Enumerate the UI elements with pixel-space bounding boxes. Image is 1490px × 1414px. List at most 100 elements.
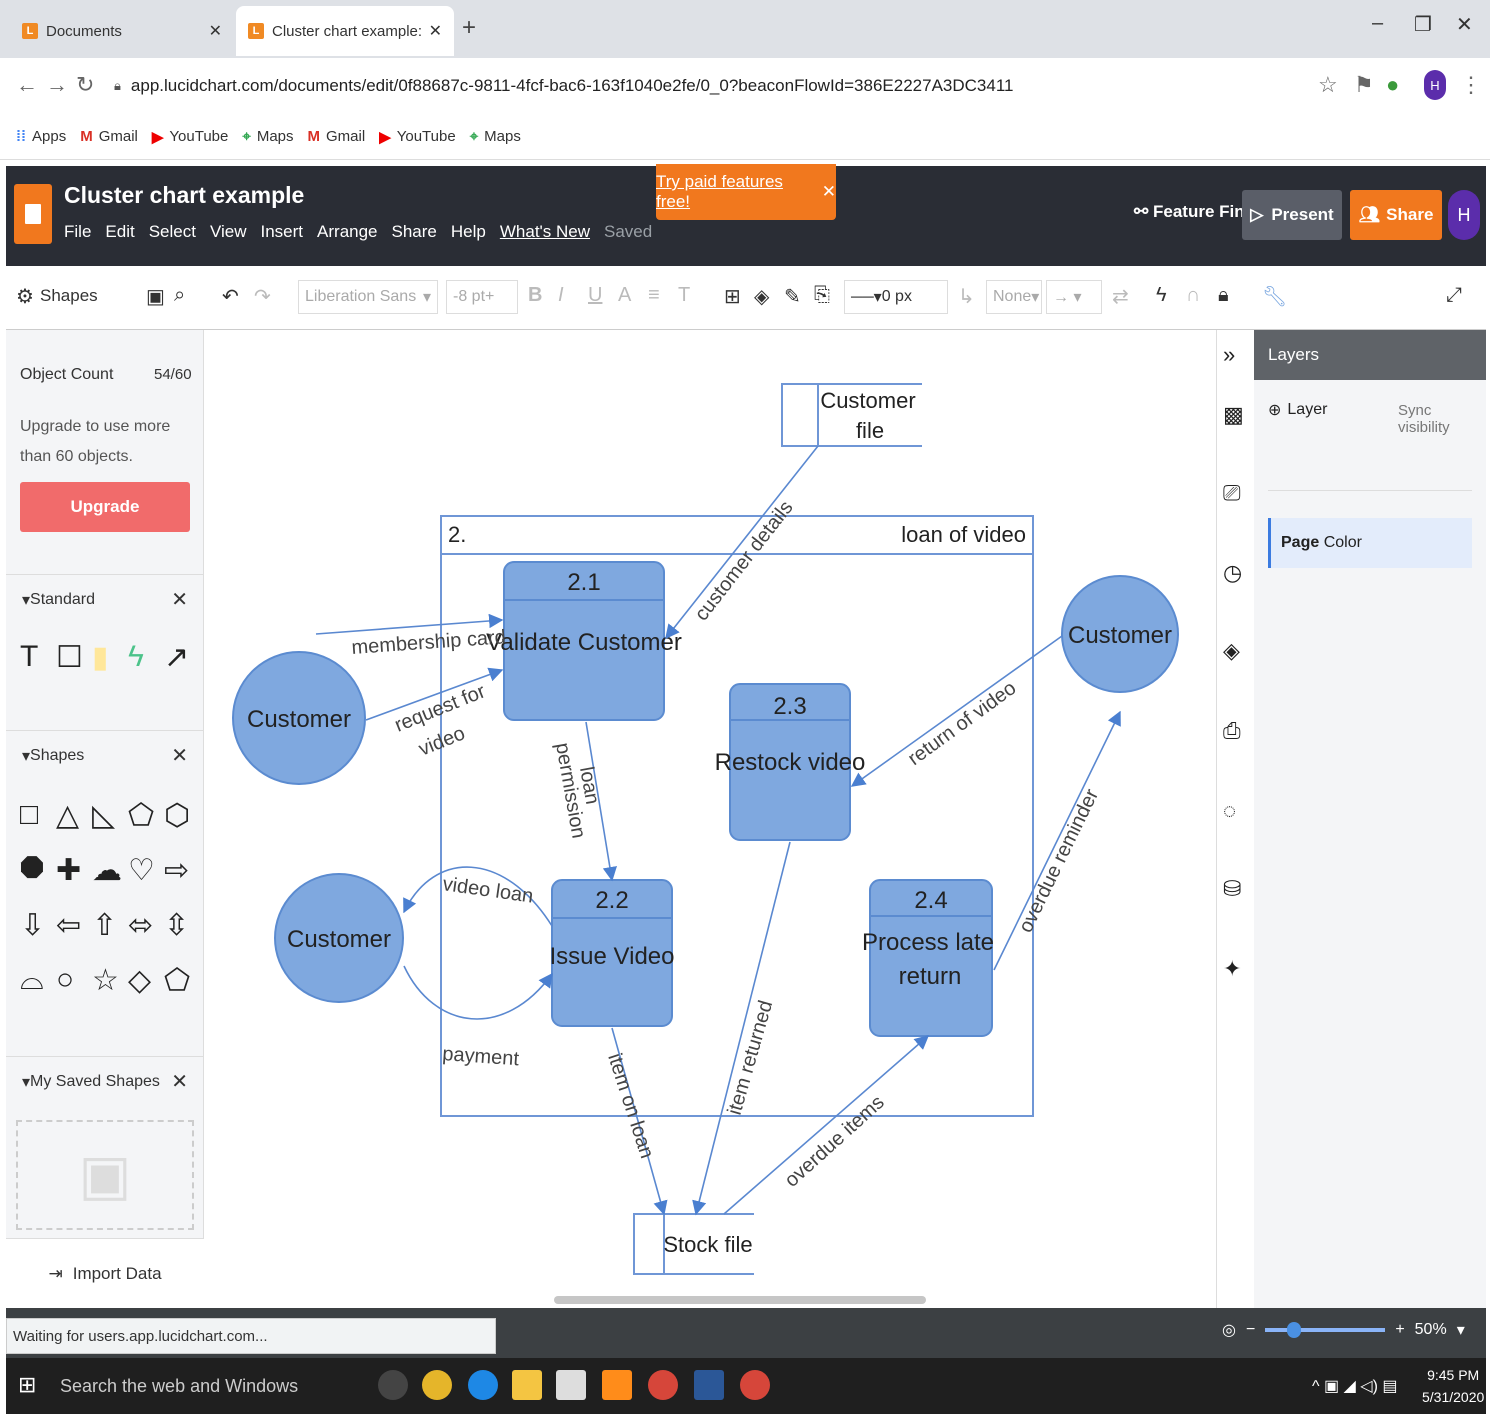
flow-customer-details[interactable] <box>665 445 819 640</box>
arrow-left-right-icon[interactable]: ⬄ <box>128 908 164 943</box>
triangle-icon[interactable]: △ <box>56 798 92 833</box>
font-size-stepper[interactable]: - 8 pt + <box>446 280 518 314</box>
text-shape-icon[interactable]: T <box>20 640 56 675</box>
task-view-icon[interactable] <box>378 1370 408 1400</box>
arrow-down-icon[interactable]: ⇩ <box>20 908 56 943</box>
arrow-end-select[interactable]: → ▾ <box>1046 280 1102 314</box>
diagram-canvas[interactable]: 2. loan of video Customer file Stock fil… <box>204 330 1212 1308</box>
customer-entity-right[interactable]: Customer <box>1061 575 1179 693</box>
pentagon-icon[interactable]: ⬠ <box>128 798 164 833</box>
star-icon[interactable]: ☆ <box>92 963 128 998</box>
line-width-select[interactable]: ──▾ 0 px <box>844 280 948 314</box>
edge-icon[interactable] <box>468 1370 498 1400</box>
page-icon[interactable]: ⎙ <box>1223 718 1241 744</box>
close-window-icon[interactable]: ✕ <box>1456 12 1473 37</box>
right-triangle-icon[interactable]: ◺ <box>92 798 128 833</box>
chat-icon[interactable]: ◌ <box>1223 798 1236 824</box>
arrow-up-down-icon[interactable]: ⇳ <box>164 908 200 943</box>
arrow-start-select[interactable]: None ▾ <box>986 280 1042 314</box>
customer-entity-left[interactable]: Customer <box>232 651 366 785</box>
menu-help[interactable]: Help <box>451 222 486 242</box>
add-layer-button[interactable]: ⊕ Layer <box>1268 400 1327 420</box>
search-icon[interactable]: ⌕ <box>174 284 185 307</box>
canvas-scrollbar[interactable] <box>554 1296 926 1304</box>
hexagon-icon[interactable]: ⬡ <box>164 798 200 833</box>
close-section-icon[interactable]: ✕ <box>171 587 188 612</box>
close-icon[interactable]: ✕ <box>822 182 836 202</box>
redo-icon[interactable]: ↷ <box>254 284 271 309</box>
note-shape-icon[interactable]: ▮ <box>92 640 128 675</box>
windows-start-icon[interactable]: ⊞ <box>18 1372 36 1398</box>
collapse-icon[interactable]: » <box>1223 342 1235 368</box>
browser-menu-icon[interactable]: ⋮ <box>1460 72 1482 98</box>
comment-box-icon[interactable]: ▩ <box>1223 402 1244 428</box>
tab-documents[interactable]: L Documents ✕ <box>10 6 234 56</box>
flow-payment[interactable] <box>403 965 553 1020</box>
try-paid-features-button[interactable]: Try paid features free! ✕ <box>656 164 836 220</box>
bookmark-maps[interactable]: ⌖ Maps <box>470 128 521 145</box>
process-2-3[interactable]: 2.3 Restock video <box>715 683 866 841</box>
menu-edit[interactable]: Edit <box>105 222 134 242</box>
bookmark-youtube[interactable]: ▶ YouTube <box>379 128 456 146</box>
process-2-4[interactable]: 2.4 Process late return <box>862 879 994 1037</box>
taskbar-search[interactable]: Search the web and Windows <box>46 1364 366 1408</box>
menu-view[interactable]: View <box>210 222 247 242</box>
sync-visibility-link[interactable]: Sync visibility <box>1398 402 1486 436</box>
import-data-button[interactable]: ⇥ Import Data <box>6 1238 204 1308</box>
underline-icon[interactable]: U <box>588 284 602 307</box>
vlc-icon[interactable] <box>602 1370 632 1400</box>
share-button[interactable]: 👥︎ Share <box>1350 190 1442 240</box>
circle-icon[interactable]: ○ <box>56 963 92 998</box>
action-shape-icon[interactable]: ϟ <box>128 640 164 675</box>
customer-file-datastore[interactable]: Customer file <box>781 383 922 447</box>
customer-entity-bottom-left[interactable]: Customer <box>274 873 404 1003</box>
cloud-icon[interactable]: ☁ <box>92 853 128 888</box>
section-shapes[interactable]: ▾ Shapes ✕ <box>6 730 204 780</box>
tab-cluster-chart[interactable]: L Cluster chart example: Lucidchart ✕ <box>236 6 454 56</box>
undo-icon[interactable]: ↶ <box>222 284 239 309</box>
lightning-icon[interactable]: ϟ <box>1156 284 1167 307</box>
zoom-slider[interactable] <box>1265 1322 1386 1338</box>
arrow-line-icon[interactable]: ↗ <box>164 640 200 675</box>
heptagon-icon[interactable]: ⬠ <box>164 963 200 998</box>
present-button[interactable]: ▷ Present <box>1242 190 1342 240</box>
italic-icon[interactable]: I <box>558 284 564 307</box>
tab-close-icon[interactable]: ✕ <box>209 21 222 41</box>
wrench-icon[interactable]: 🔧︎ <box>1262 284 1287 309</box>
taskbar-clock[interactable]: 9:45 PM 5/31/2020 <box>1422 1364 1484 1408</box>
layers-icon[interactable]: ◈ <box>1223 638 1240 664</box>
process-2-2[interactable]: 2.2 Issue Video <box>550 879 675 1027</box>
section-saved-shapes[interactable]: ▾ My Saved Shapes ✕ <box>6 1056 204 1106</box>
document-title[interactable]: Cluster chart example <box>64 182 304 209</box>
cross-icon[interactable]: ✚ <box>56 853 92 888</box>
back-icon[interactable]: ← <box>16 72 38 98</box>
new-tab-icon[interactable]: + <box>462 14 476 42</box>
chrome-profile-icon[interactable] <box>740 1370 770 1400</box>
arrow-right-icon[interactable]: ⇨ <box>164 853 200 888</box>
bookmark-apps[interactable]: ⁞⁞ Apps <box>16 128 66 145</box>
restore-icon[interactable]: ❐ <box>1414 12 1432 37</box>
menu-share[interactable]: Share <box>392 222 437 242</box>
fullscreen-icon[interactable]: ⤢ <box>1446 284 1462 307</box>
bookmark-maps[interactable]: ⌖ Maps <box>242 128 293 145</box>
arrow-left-icon[interactable]: ⇦ <box>56 908 92 943</box>
menu-insert[interactable]: Insert <box>261 222 304 242</box>
bold-icon[interactable]: B <box>528 284 542 307</box>
chevron-down-icon[interactable]: ▾ <box>1457 1320 1465 1340</box>
close-section-icon[interactable]: ✕ <box>171 1069 188 1094</box>
style-icon[interactable]: ⎘ <box>814 284 830 307</box>
diamond-icon[interactable]: ◇ <box>128 963 164 998</box>
menu-select[interactable]: Select <box>149 222 196 242</box>
history-icon[interactable]: ◷ <box>1223 560 1242 586</box>
flow-return-of-video[interactable] <box>850 635 1063 787</box>
section-standard[interactable]: ▾ Standard ✕ <box>6 574 204 624</box>
stock-file-datastore[interactable]: Stock file <box>633 1213 754 1275</box>
profile-avatar[interactable]: H <box>1424 70 1446 100</box>
rectangle-shape-icon[interactable]: ☐ <box>56 640 92 675</box>
chrome-profile-icon[interactable] <box>648 1370 678 1400</box>
arrow-up-icon[interactable]: ⇧ <box>92 908 128 943</box>
tab-close-icon[interactable]: ✕ <box>429 21 442 41</box>
zoom-out-icon[interactable]: − <box>1246 1321 1255 1339</box>
process-2-1[interactable]: 2.1 Validate Customer <box>486 561 682 721</box>
text-color-icon[interactable]: A <box>618 284 631 307</box>
